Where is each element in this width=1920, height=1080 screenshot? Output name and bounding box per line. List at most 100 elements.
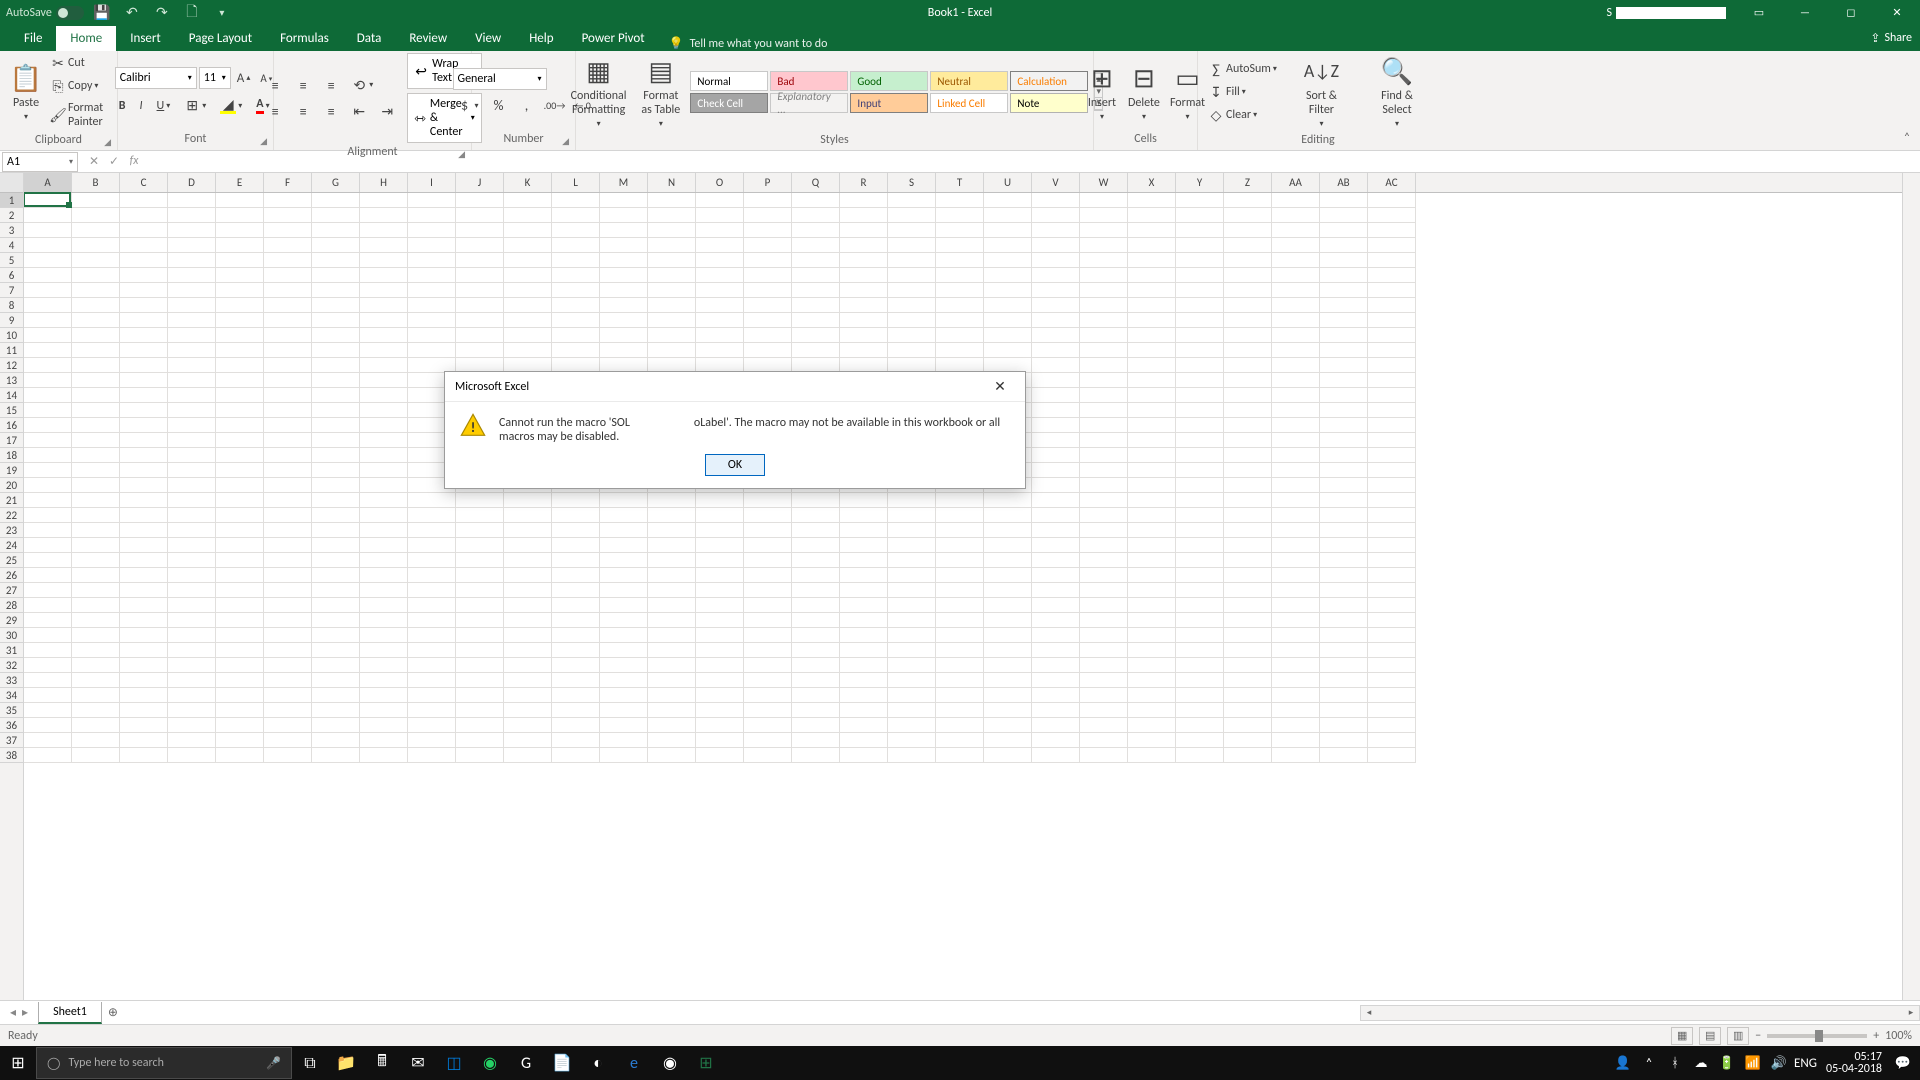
page-break-view-button[interactable]: ▥: [1727, 1027, 1749, 1045]
cell[interactable]: [744, 193, 792, 208]
cell[interactable]: [504, 628, 552, 643]
cell[interactable]: [1320, 298, 1368, 313]
cell[interactable]: [264, 418, 312, 433]
cell[interactable]: [312, 673, 360, 688]
cell[interactable]: [1368, 433, 1416, 448]
cell[interactable]: [1272, 373, 1320, 388]
vertical-scrollbar[interactable]: [1902, 173, 1920, 1000]
cell[interactable]: [120, 478, 168, 493]
cell[interactable]: [1128, 478, 1176, 493]
cell[interactable]: [504, 523, 552, 538]
row-header[interactable]: 11: [0, 343, 23, 358]
cell[interactable]: [120, 733, 168, 748]
cell[interactable]: [72, 193, 120, 208]
tray-lang[interactable]: ENG: [1794, 1056, 1816, 1071]
cell[interactable]: [792, 508, 840, 523]
cell[interactable]: [984, 598, 1032, 613]
cell[interactable]: [216, 403, 264, 418]
cancel-formula-button[interactable]: ✕: [84, 154, 104, 169]
dialog-launcher-icon[interactable]: ◢: [458, 149, 465, 160]
cell[interactable]: [792, 523, 840, 538]
cell[interactable]: [24, 388, 72, 403]
cell[interactable]: [216, 658, 264, 673]
cell[interactable]: [1272, 208, 1320, 223]
cell[interactable]: [360, 703, 408, 718]
cell[interactable]: [456, 328, 504, 343]
cell[interactable]: [1224, 478, 1272, 493]
cell[interactable]: [696, 658, 744, 673]
cell[interactable]: [888, 538, 936, 553]
cell[interactable]: [1080, 313, 1128, 328]
cell[interactable]: [1368, 748, 1416, 763]
cell[interactable]: [168, 733, 216, 748]
cell[interactable]: [72, 208, 120, 223]
cell[interactable]: [72, 373, 120, 388]
cell[interactable]: [456, 568, 504, 583]
row-header[interactable]: 32: [0, 658, 23, 673]
autosave-toggle[interactable]: AutoSave: [6, 6, 84, 20]
worksheet-grid[interactable]: 1234567891011121314151617181920212223242…: [0, 173, 1920, 1000]
cell[interactable]: [1128, 298, 1176, 313]
cell[interactable]: [936, 253, 984, 268]
cell[interactable]: [1224, 703, 1272, 718]
cell[interactable]: [744, 553, 792, 568]
page-layout-view-button[interactable]: ▤: [1699, 1027, 1721, 1045]
cell[interactable]: [120, 313, 168, 328]
cell[interactable]: [360, 373, 408, 388]
tab-file[interactable]: File: [10, 26, 56, 51]
cell[interactable]: [1128, 508, 1176, 523]
style-good[interactable]: Good: [850, 71, 928, 91]
increase-decimal-button[interactable]: .00→: [543, 96, 567, 116]
cell[interactable]: [696, 238, 744, 253]
cell[interactable]: [72, 673, 120, 688]
cell[interactable]: [456, 298, 504, 313]
cell[interactable]: [72, 613, 120, 628]
column-header[interactable]: R: [840, 173, 888, 192]
cell[interactable]: [264, 343, 312, 358]
cell[interactable]: [360, 568, 408, 583]
cell[interactable]: [504, 298, 552, 313]
tray-chevron-icon[interactable]: ˄: [1638, 1056, 1660, 1071]
cell[interactable]: [504, 493, 552, 508]
cell[interactable]: [552, 628, 600, 643]
cell[interactable]: [1032, 688, 1080, 703]
cell[interactable]: [1128, 448, 1176, 463]
cell[interactable]: [216, 718, 264, 733]
cell[interactable]: [408, 283, 456, 298]
cell[interactable]: [984, 313, 1032, 328]
ribbon-display-options-button[interactable]: ▭: [1736, 0, 1782, 25]
cell[interactable]: [888, 343, 936, 358]
cell[interactable]: [216, 748, 264, 763]
cell[interactable]: [888, 643, 936, 658]
cell[interactable]: [792, 598, 840, 613]
cell[interactable]: [1368, 283, 1416, 298]
cell[interactable]: [504, 268, 552, 283]
sheet-tab-sheet1[interactable]: Sheet1: [38, 1002, 102, 1024]
cell[interactable]: [264, 718, 312, 733]
name-box[interactable]: A1▾: [2, 152, 78, 172]
cell[interactable]: [888, 238, 936, 253]
collapse-ribbon-button[interactable]: ˄: [1898, 130, 1916, 146]
cell[interactable]: [1032, 493, 1080, 508]
number-format-combo[interactable]: General▾: [453, 68, 547, 90]
cell[interactable]: [24, 268, 72, 283]
cell[interactable]: [984, 268, 1032, 283]
style-normal[interactable]: Normal: [690, 71, 768, 91]
cell[interactable]: [600, 748, 648, 763]
cell[interactable]: [792, 748, 840, 763]
cell[interactable]: [312, 628, 360, 643]
cell[interactable]: [840, 553, 888, 568]
cell[interactable]: [1032, 748, 1080, 763]
cell[interactable]: [840, 598, 888, 613]
cell[interactable]: [1224, 343, 1272, 358]
cell[interactable]: [456, 523, 504, 538]
cell[interactable]: [744, 673, 792, 688]
cell[interactable]: [264, 628, 312, 643]
cell[interactable]: [648, 733, 696, 748]
column-header[interactable]: O: [696, 173, 744, 192]
cell[interactable]: [72, 748, 120, 763]
cell[interactable]: [1368, 418, 1416, 433]
sort-filter-button[interactable]: A↓ZSort & Filter▾: [1289, 53, 1354, 131]
cell[interactable]: [1080, 343, 1128, 358]
cell[interactable]: [1320, 658, 1368, 673]
